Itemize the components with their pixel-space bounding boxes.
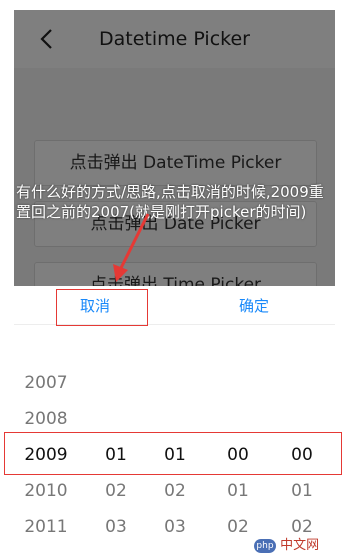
picker-option[interactable]: 2011 <box>16 517 76 537</box>
annotation-line-2: 置回之前的2007(就是刚打开picker的时间) <box>16 203 307 221</box>
picker-option[interactable]: 02 <box>145 481 205 501</box>
picker-option[interactable]: 03 <box>86 517 146 537</box>
picker-option[interactable]: 01 <box>272 481 332 501</box>
datetime-picker-popup: 取消 确定 2007200820092010201120120102030401… <box>14 286 335 553</box>
picker-option[interactable]: 2010 <box>16 481 76 501</box>
watermark: php 中文网 <box>254 534 344 553</box>
picker-option[interactable]: 2008 <box>16 409 76 429</box>
annotation-text: 有什么好的方式/思路,点击取消的时候,2009重 置回之前的2007(就是刚打开… <box>16 182 346 222</box>
picker-option[interactable]: 02 <box>86 481 146 501</box>
cancel-highlight-box <box>56 289 148 326</box>
picker-option[interactable]: 2007 <box>16 373 76 393</box>
annotation-line-1: 有什么好的方式/思路,点击取消的时候,2009重 <box>16 183 324 201</box>
confirm-button[interactable]: 确定 <box>239 295 269 316</box>
selected-row-highlight-box <box>4 432 342 475</box>
picker-option[interactable]: 01 <box>208 481 268 501</box>
watermark-text: 中文网 <box>280 538 320 553</box>
php-logo-icon: php <box>254 538 276 553</box>
picker-option[interactable]: 03 <box>145 517 205 537</box>
